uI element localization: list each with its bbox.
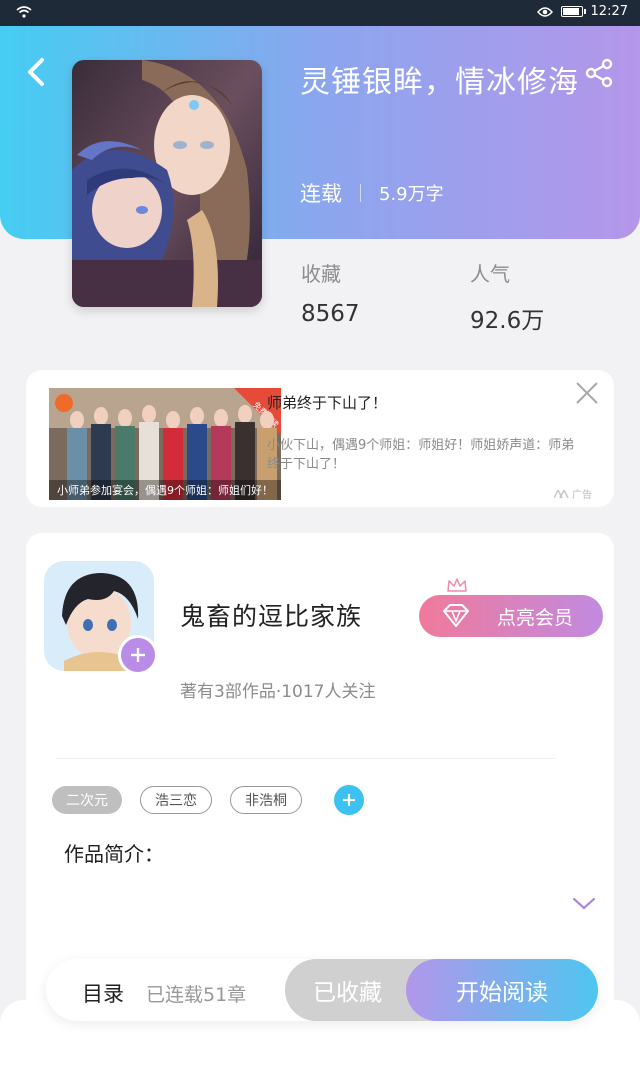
serial-status: 连载: [300, 182, 342, 206]
tag-list: 二次元 浩三恋 非浩桐: [52, 785, 364, 815]
wifi-icon: [16, 6, 32, 18]
stat-label: 人气: [470, 262, 510, 286]
ad-badge-label: 广告: [572, 490, 592, 501]
tag-item[interactable]: 非浩桐: [230, 786, 302, 814]
status-bar: 12:27: [0, 0, 640, 26]
battery-icon: [560, 6, 586, 17]
book-title: 灵锤银眸，情冰修海: [300, 65, 579, 100]
toc-button[interactable]: 目录: [82, 978, 124, 1008]
stat-value: 92.6万: [470, 308, 545, 334]
plus-icon: [131, 648, 145, 662]
bottom-action-bar: 目录 已连载51章 已收藏 开始阅读: [46, 959, 598, 1021]
stat-label: 收藏: [301, 262, 341, 286]
ad-illustration: 免费阅读 小师弟参加宴会，偶遇9个师姐：师姐们好！: [49, 388, 281, 500]
author-name[interactable]: 鬼畜的逗比家族: [180, 597, 362, 633]
start-reading-button[interactable]: 开始阅读: [406, 959, 598, 1021]
intro-label: 作品简介：: [64, 842, 164, 866]
ad-image-caption: 小师弟参加宴会，偶遇9个师姐：师姐们好！: [57, 483, 273, 497]
ad-badge: 广告: [554, 486, 592, 501]
close-icon[interactable]: [574, 380, 600, 406]
tag-item[interactable]: 浩三恋: [140, 786, 212, 814]
eye-icon: [536, 6, 553, 17]
ad-title: 师弟终于下山了！: [267, 394, 388, 412]
crown-icon: [447, 578, 467, 592]
vip-button-label: 点亮会员: [496, 606, 573, 629]
author-card: 鬼畜的逗比家族 著有3部作品·1017人关注 点亮会员 二次元 浩三恋 非浩桐 …: [26, 533, 614, 1033]
book-status-row: 连载 5.9万字: [300, 178, 444, 208]
back-icon[interactable]: [22, 56, 50, 88]
start-reading-label: 开始阅读: [456, 980, 548, 1006]
stat-favorites: 收藏 8567: [301, 258, 360, 327]
ad-image[interactable]: 免费阅读 小师弟参加宴会，偶遇9个师姐：师姐们好！: [49, 388, 281, 500]
chapter-count[interactable]: 已连载51章: [146, 980, 246, 1007]
add-tag-button[interactable]: [334, 785, 364, 815]
cover-illustration: [72, 60, 262, 307]
ad-card[interactable]: 免费阅读 小师弟参加宴会，偶遇9个师姐：师姐们好！ 师弟终于下山了！ 小伙下山，…: [26, 370, 614, 507]
status-divider: [360, 184, 361, 202]
vip-button[interactable]: 点亮会员: [419, 595, 603, 637]
diamond-icon: [443, 604, 469, 627]
divider: [56, 758, 556, 759]
follow-author-button[interactable]: [118, 635, 158, 675]
collected-button-label: 已收藏: [313, 980, 382, 1006]
author-meta: 著有3部作品·1017人关注: [180, 682, 376, 702]
ad-description: 小伙下山，偶遇9个师姐：师姐好！师姐娇声道：师弟终于下山了！: [267, 438, 575, 472]
word-count: 5.9万字: [379, 184, 444, 205]
status-time: 12:27: [590, 4, 628, 19]
stat-value: 8567: [301, 301, 360, 327]
share-icon[interactable]: [584, 58, 614, 88]
book-cover[interactable]: [72, 60, 262, 307]
tag-item[interactable]: 二次元: [52, 786, 122, 814]
stat-popularity: 人气 92.6万: [470, 258, 544, 335]
chevron-down-icon[interactable]: [572, 897, 596, 911]
ad-logo-icon: [554, 489, 569, 498]
plus-icon: [343, 794, 355, 806]
